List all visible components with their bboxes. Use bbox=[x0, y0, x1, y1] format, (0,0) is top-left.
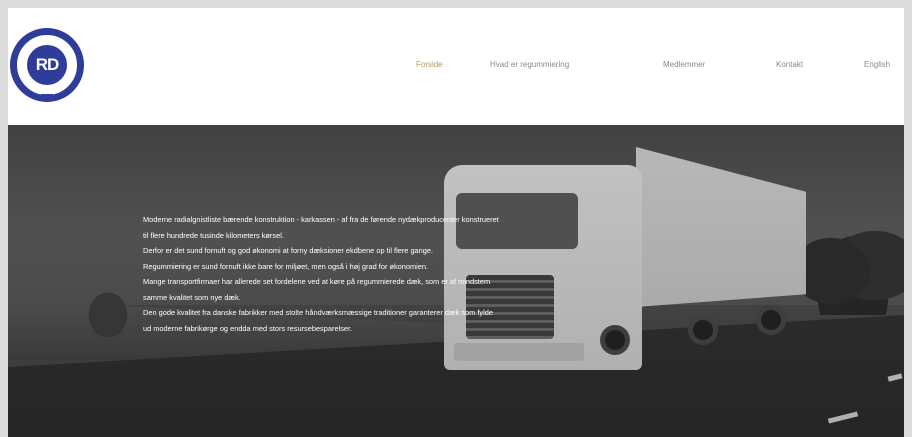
hero-paragraph: Moderne radialgnistliste bærende konstru… bbox=[143, 215, 499, 240]
nav-item-english[interactable]: English bbox=[864, 60, 890, 69]
site-header: RD Forside Hvad er regummiering Medlemme… bbox=[8, 8, 904, 125]
hero-text-block: Moderne radialgnistliste bærende konstru… bbox=[143, 212, 503, 336]
hero-banner: Moderne radialgnistliste bærende konstru… bbox=[8, 125, 904, 437]
hero-paragraph: Regummiering er sund fornuft ikke bare f… bbox=[143, 261, 429, 271]
browser-viewport: RD Forside Hvad er regummiering Medlemme… bbox=[8, 8, 904, 437]
logo-text: RD bbox=[35, 55, 60, 74]
hero-paragraph: Derfor er det sund fornuft og god økonom… bbox=[143, 246, 434, 255]
logo-ribbon bbox=[41, 94, 53, 100]
main-nav: Forside Hvad er regummiering Medlemmer K… bbox=[8, 60, 904, 76]
nav-item-hvad-er-regummiering[interactable]: Hvad er regummiering bbox=[490, 60, 569, 69]
hero-paragraph: Mange transportfirmaer har allerede set … bbox=[143, 277, 491, 302]
nav-item-kontakt[interactable]: Kontakt bbox=[776, 60, 803, 69]
hero-paragraph: Den gode kvalitet fra danske fabrikker m… bbox=[143, 308, 493, 333]
nav-item-forside[interactable]: Forside bbox=[416, 60, 443, 69]
nav-item-medlemmer[interactable]: Medlemmer bbox=[663, 60, 705, 69]
